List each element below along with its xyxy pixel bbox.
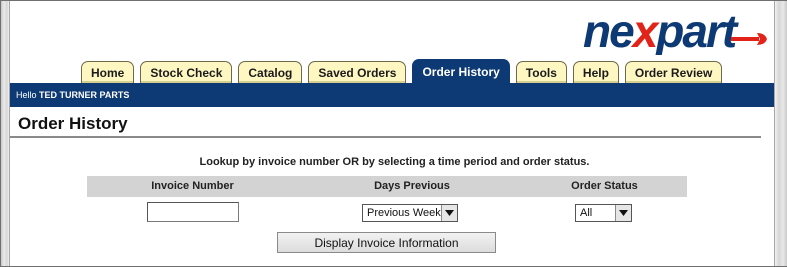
tab-tools[interactable]: Tools bbox=[515, 61, 567, 83]
tab-catalog[interactable]: Catalog bbox=[238, 61, 303, 83]
page-title-bar: Order History bbox=[10, 112, 761, 138]
svg-text:nexpart: nexpart bbox=[583, 5, 739, 55]
display-invoice-button[interactable]: Display Invoice Information bbox=[277, 232, 496, 253]
main-nav-tabs: Home Stock Check Catalog Saved Orders Or… bbox=[81, 59, 723, 83]
header-invoice-number: Invoice Number bbox=[151, 180, 234, 192]
tab-saved-orders[interactable]: Saved Orders bbox=[308, 61, 407, 83]
tab-stock-check[interactable]: Stock Check bbox=[140, 61, 233, 83]
window-border-left bbox=[1, 1, 10, 266]
header-order-status: Order Status bbox=[571, 180, 638, 192]
window-border-right bbox=[774, 1, 787, 266]
page-title: Order History bbox=[18, 114, 128, 133]
app-window: nexpart Home Stock Check Catalog Saved O… bbox=[0, 0, 787, 267]
tab-help[interactable]: Help bbox=[572, 61, 619, 83]
user-bar: Hello TED TURNER PARTS bbox=[10, 83, 774, 107]
chevron-down-icon[interactable] bbox=[441, 205, 457, 221]
invoice-number-input[interactable] bbox=[147, 202, 239, 222]
order-status-select[interactable]: All bbox=[575, 204, 632, 222]
tab-order-review[interactable]: Order Review bbox=[624, 61, 723, 83]
tab-order-history[interactable]: Order History bbox=[412, 59, 510, 83]
wrench-icon bbox=[731, 33, 767, 45]
nexpart-logo[interactable]: nexpart bbox=[581, 3, 771, 57]
days-previous-value: Previous Week bbox=[367, 207, 441, 219]
greeting-text: Hello TED TURNER PARTS bbox=[16, 90, 129, 100]
lookup-instructions: Lookup by invoice number OR by selecting… bbox=[199, 156, 590, 168]
logo-text-ne: ne bbox=[583, 5, 634, 55]
user-name: TED TURNER PARTS bbox=[39, 90, 130, 100]
days-previous-select[interactable]: Previous Week bbox=[362, 204, 458, 222]
greeting-word: Hello bbox=[16, 90, 37, 100]
logo-text-part: part bbox=[654, 5, 739, 55]
header-days-previous: Days Previous bbox=[374, 180, 450, 192]
logo-graphic: nexpart bbox=[583, 5, 767, 57]
chevron-down-icon[interactable] bbox=[615, 205, 631, 221]
lookup-header-row: Invoice Number Days Previous Order Statu… bbox=[87, 176, 687, 197]
tab-home[interactable]: Home bbox=[81, 61, 135, 83]
order-status-value: All bbox=[580, 207, 593, 219]
